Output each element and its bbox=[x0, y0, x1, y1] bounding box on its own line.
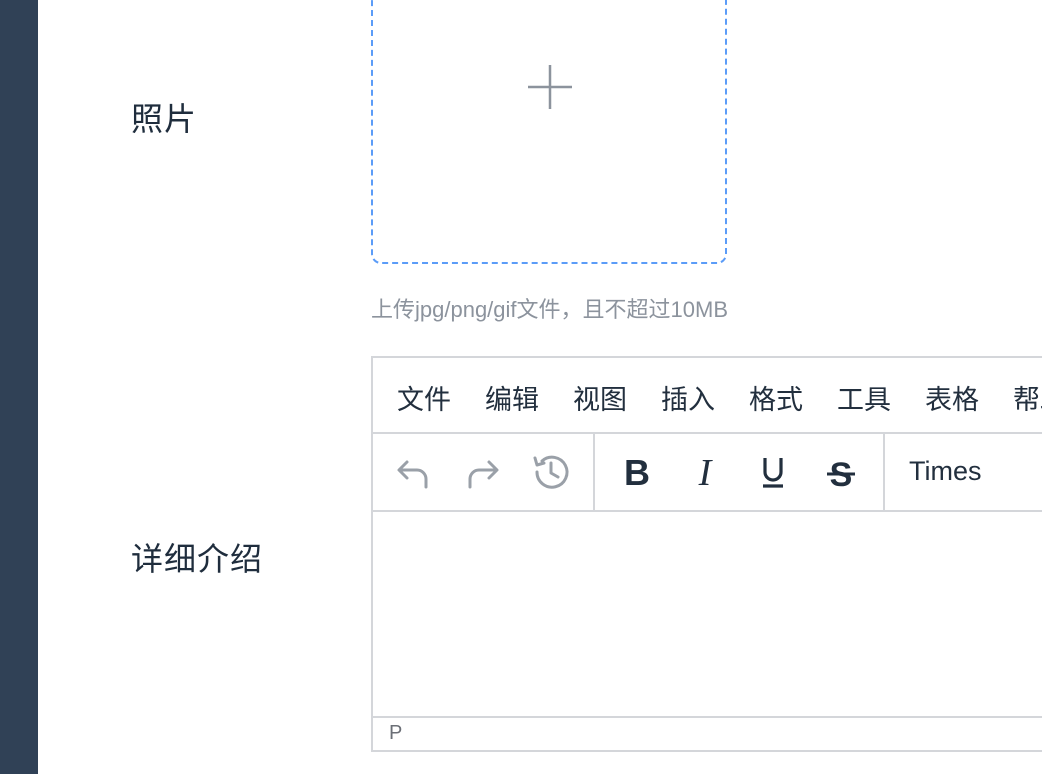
strikethrough-icon[interactable]: S bbox=[819, 450, 863, 494]
italic-icon[interactable]: I bbox=[683, 450, 727, 494]
editor-toolbar: B I S Times bbox=[373, 434, 1042, 512]
sidebar bbox=[0, 0, 38, 774]
photo-label: 照片 bbox=[131, 100, 198, 138]
main-content: 照片 上传jpg/png/gif文件，且不超过10MB 详细介绍 文件 编辑 视… bbox=[38, 0, 1042, 774]
undo-icon[interactable] bbox=[391, 450, 435, 494]
svg-text:I: I bbox=[698, 452, 714, 492]
menu-table[interactable]: 表格 bbox=[925, 378, 979, 417]
menu-format[interactable]: 格式 bbox=[749, 378, 803, 417]
editor-menubar: 文件 编辑 视图 插入 格式 工具 表格 帮助 bbox=[373, 358, 1042, 434]
upload-tip: 上传jpg/png/gif文件，且不超过10MB bbox=[371, 297, 728, 322]
font-family-select[interactable]: Times bbox=[909, 456, 982, 487]
redo-icon[interactable] bbox=[461, 450, 505, 494]
menu-file[interactable]: 文件 bbox=[397, 378, 451, 417]
plus-icon bbox=[527, 64, 573, 110]
history-icon[interactable] bbox=[529, 450, 573, 494]
menu-view[interactable]: 视图 bbox=[573, 378, 627, 417]
toolbar-separator bbox=[883, 434, 885, 510]
editor-statusbar: P bbox=[373, 716, 1042, 752]
photo-upload-box[interactable] bbox=[371, 0, 727, 264]
menu-edit[interactable]: 编辑 bbox=[485, 378, 539, 417]
menu-tools[interactable]: 工具 bbox=[837, 378, 891, 417]
svg-text:B: B bbox=[624, 452, 650, 492]
intro-label: 详细介绍 bbox=[131, 540, 264, 578]
menu-insert[interactable]: 插入 bbox=[661, 378, 715, 417]
rich-text-editor: 文件 编辑 视图 插入 格式 工具 表格 帮助 bbox=[371, 356, 1042, 752]
element-path[interactable]: P bbox=[389, 722, 402, 745]
editor-content-area[interactable] bbox=[373, 512, 1042, 716]
menu-help[interactable]: 帮助 bbox=[1013, 378, 1042, 417]
underline-icon[interactable] bbox=[751, 450, 795, 494]
toolbar-separator bbox=[593, 434, 595, 510]
bold-icon[interactable]: B bbox=[615, 450, 659, 494]
